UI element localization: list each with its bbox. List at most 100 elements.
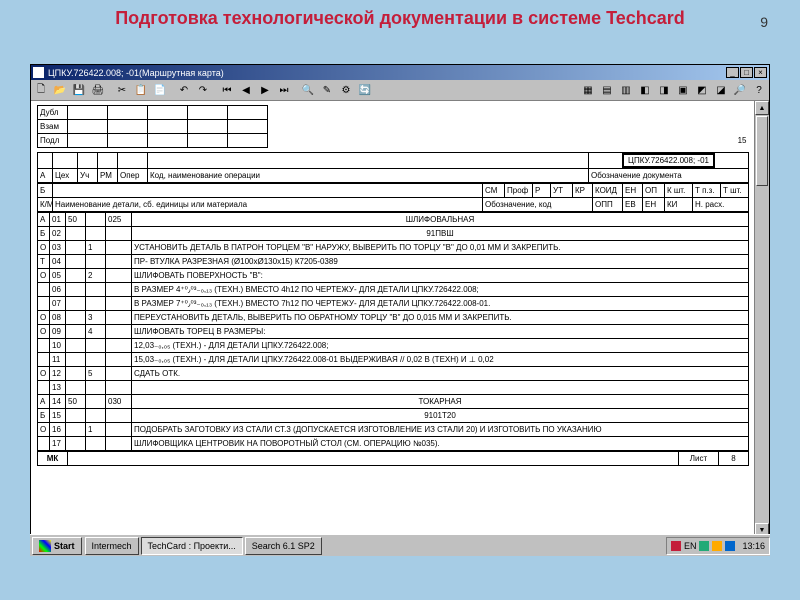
- paste-button[interactable]: 📄: [151, 81, 169, 99]
- scroll-thumb[interactable]: [756, 116, 768, 186]
- col-prof: Проф: [505, 184, 533, 198]
- tray-icon[interactable]: [712, 541, 722, 551]
- save-button[interactable]: 💾: [70, 81, 88, 99]
- last-button[interactable]: ⏭: [275, 81, 293, 99]
- table-row[interactable]: О031УСТАНОВИТЬ ДЕТАЛЬ В ПАТРОН ТОРЦЕМ "В…: [38, 241, 749, 255]
- header-block: Дубл Взам Подл15: [37, 105, 749, 148]
- label-vzam: Взам: [38, 120, 68, 134]
- zoom-button[interactable]: 🔎: [731, 81, 749, 99]
- table-row[interactable]: О094ШЛИФОВАТЬ ТОРЕЦ В РАЗМЕРЫ:: [38, 325, 749, 339]
- start-button[interactable]: Start: [32, 537, 82, 555]
- slide-number: 9: [760, 14, 768, 30]
- col-ut: УТ: [551, 184, 573, 198]
- search-button[interactable]: 🔍: [299, 81, 317, 99]
- table-row[interactable]: Т04ПР- ВТУЛКА РАЗРЕЗНАЯ (Ø100xØ130x15) К…: [38, 255, 749, 269]
- col-op: ОП: [643, 184, 665, 198]
- doc-number-block: ЦПКУ.726422.008; -01 А Цех Уч РМ Опер Ко…: [37, 152, 749, 183]
- redo-button[interactable]: ↷: [194, 81, 212, 99]
- footer-block: МК Лист 8: [37, 451, 749, 466]
- col-en: ЕН: [623, 184, 643, 198]
- table-row[interactable]: 13: [38, 381, 749, 395]
- table-row[interactable]: А0150025ШЛИФОВАЛЬНАЯ: [38, 213, 749, 227]
- col-rm: РМ: [98, 169, 118, 183]
- copy-button[interactable]: 📋: [132, 81, 150, 99]
- taskbar: Start IntermechTechCard : Проекти...Sear…: [30, 534, 770, 556]
- next-button[interactable]: ▶: [256, 81, 274, 99]
- print-button[interactable]: 🖨: [89, 81, 107, 99]
- new-button[interactable]: 🗋: [32, 81, 50, 99]
- tray-icon[interactable]: [671, 541, 681, 551]
- lang-indicator[interactable]: EN: [684, 541, 697, 551]
- windows-icon: [39, 540, 51, 552]
- col-uch: Уч: [78, 169, 98, 183]
- cut-button[interactable]: ✂: [113, 81, 131, 99]
- col-ki: КИ: [665, 198, 693, 212]
- subheader-block: Б СМ Проф Р УТ КР КОИД ЕН ОП К шт. Т п.з…: [37, 183, 749, 212]
- col-obk: Обозначение, код: [483, 198, 593, 212]
- tool-8[interactable]: ◪: [712, 81, 730, 99]
- col-tsht: Т шт.: [721, 184, 749, 198]
- tray-icon[interactable]: [699, 541, 709, 551]
- taskbar-task[interactable]: TechCard : Проекти...: [141, 537, 243, 555]
- tool-1[interactable]: ▦: [579, 81, 597, 99]
- col-ev: ЕВ: [623, 198, 643, 212]
- route-card-sheet: Дубл Взам Подл15 ЦПКУ.726422.008; -01 А …: [37, 105, 749, 466]
- table-row[interactable]: 07В РАЗМЕР 7⁺⁰٫⁰³₋₀,₁₃ (ТЕХН.) ВМЕСТО 7h…: [38, 297, 749, 311]
- col-oper: Опер: [118, 169, 148, 183]
- slide-title: Подготовка технологической документации …: [0, 0, 800, 36]
- titlebar[interactable]: ЦПКУ.726422.008; -01(Маршрутная карта) _…: [31, 65, 769, 80]
- help-button[interactable]: ?: [750, 81, 768, 99]
- table-row[interactable]: Б159101Т20: [38, 409, 749, 423]
- props-button[interactable]: ⚙: [337, 81, 355, 99]
- table-row[interactable]: О052ШЛИФОВАТЬ ПОВЕРХНОСТЬ "В":: [38, 269, 749, 283]
- col-kr: КР: [573, 184, 593, 198]
- col-a: А: [38, 169, 53, 183]
- taskbar-task[interactable]: Search 6.1 SP2: [245, 537, 322, 555]
- document-area[interactable]: Дубл Взам Подл15 ЦПКУ.726422.008; -01 А …: [31, 101, 769, 537]
- open-button[interactable]: 📂: [51, 81, 69, 99]
- col-tpz: Т п.з.: [693, 184, 721, 198]
- col-r: Р: [533, 184, 551, 198]
- tool-6[interactable]: ▣: [674, 81, 692, 99]
- table-row[interactable]: А1450030ТОКАРНАЯ: [38, 395, 749, 409]
- list-number: 8: [719, 452, 749, 466]
- toolbar: 🗋 📂 💾 🖨 ✂ 📋 📄 ↶ ↷ ⏮ ◀ ▶ ⏭ 🔍 ✎ ⚙ 🔄 ▦ ▤ ▥ …: [31, 80, 769, 101]
- prev-button[interactable]: ◀: [237, 81, 255, 99]
- minimize-button[interactable]: _: [726, 67, 739, 78]
- tool-2[interactable]: ▤: [598, 81, 616, 99]
- first-button[interactable]: ⏮: [218, 81, 236, 99]
- scrollbar-vertical[interactable]: ▲ ▼: [754, 101, 769, 537]
- tool-4[interactable]: ◧: [636, 81, 654, 99]
- tool-3[interactable]: ▥: [617, 81, 635, 99]
- clock[interactable]: 13:16: [742, 541, 765, 551]
- table-row[interactable]: О125СДАТЬ ОТК.: [38, 367, 749, 381]
- table-row[interactable]: Б0291ПВШ: [38, 227, 749, 241]
- refresh-button[interactable]: 🔄: [356, 81, 374, 99]
- system-tray[interactable]: EN 13:16: [666, 537, 770, 555]
- scroll-up-icon[interactable]: ▲: [755, 101, 769, 115]
- label-dubl: Дубл: [38, 106, 68, 120]
- undo-button[interactable]: ↶: [175, 81, 193, 99]
- col-km: К/М: [38, 198, 53, 212]
- table-row[interactable]: О083ПЕРЕУСТАНОВИТЬ ДЕТАЛЬ, ВЫВЕРИТЬ ПО О…: [38, 311, 749, 325]
- header-num: 15: [709, 134, 749, 148]
- tool-7[interactable]: ◩: [693, 81, 711, 99]
- table-row[interactable]: 1012,03₋₀,₀₅ (ТЕХН.) - ДЛЯ ДЕТАЛИ ЦПКУ.7…: [38, 339, 749, 353]
- tray-icon[interactable]: [725, 541, 735, 551]
- col-naim: Наименование детали, сб. единицы или мат…: [53, 198, 483, 212]
- start-label: Start: [54, 541, 75, 551]
- col-opp: ОПП: [593, 198, 623, 212]
- table-row[interactable]: 1115,03₋₀,₀₅ (ТЕХН.) - ДЛЯ ДЕТАЛИ ЦПКУ.7…: [38, 353, 749, 367]
- table-row[interactable]: О161ПОДОБРАТЬ ЗАГОТОВКУ ИЗ СТАЛИ СТ.3 (Д…: [38, 423, 749, 437]
- operations-table: А0150025ШЛИФОВАЛЬНАЯБ0291ПВШО031УСТАНОВИ…: [37, 212, 749, 451]
- doc-number: ЦПКУ.726422.008; -01: [622, 153, 715, 168]
- col-cm: СМ: [483, 184, 505, 198]
- table-row[interactable]: 06В РАЗМЕР 4⁺⁰٫⁰³₋₀,₁₃ (ТЕХН.) ВМЕСТО 4h…: [38, 283, 749, 297]
- col-ksht: К шт.: [665, 184, 693, 198]
- table-row[interactable]: 17ШЛИФОВЩИКА ЦЕНТРОВИК НА ПОВОРОТНЫЙ СТО…: [38, 437, 749, 451]
- close-button[interactable]: ×: [754, 67, 767, 78]
- maximize-button[interactable]: □: [740, 67, 753, 78]
- taskbar-task[interactable]: Intermech: [85, 537, 139, 555]
- tool-5[interactable]: ◨: [655, 81, 673, 99]
- edit-button[interactable]: ✎: [318, 81, 336, 99]
